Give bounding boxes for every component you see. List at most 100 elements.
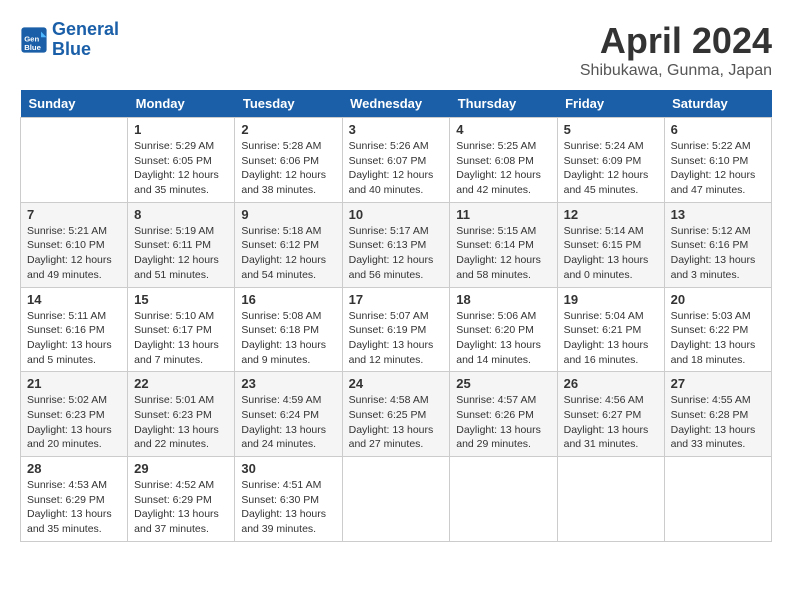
calendar-week-row: 1 Sunrise: 5:29 AM Sunset: 6:05 PM Daylig… bbox=[21, 118, 772, 203]
day-number: 12 bbox=[564, 207, 658, 222]
day-number: 17 bbox=[349, 292, 444, 307]
calendar-cell: 11 Sunrise: 5:15 AM Sunset: 6:14 PM Dayli… bbox=[450, 202, 557, 287]
calendar-day-header: Thursday bbox=[450, 90, 557, 118]
day-number: 16 bbox=[241, 292, 335, 307]
day-info: Sunrise: 5:14 AM Sunset: 6:15 PM Dayligh… bbox=[564, 224, 658, 283]
day-info: Sunrise: 5:28 AM Sunset: 6:06 PM Dayligh… bbox=[241, 139, 335, 198]
day-info: Sunrise: 5:06 AM Sunset: 6:20 PM Dayligh… bbox=[456, 309, 550, 368]
calendar-week-row: 28 Sunrise: 4:53 AM Sunset: 6:29 PM Dayli… bbox=[21, 457, 772, 542]
day-number: 29 bbox=[134, 461, 228, 476]
calendar-cell: 18 Sunrise: 5:06 AM Sunset: 6:20 PM Dayli… bbox=[450, 287, 557, 372]
day-number: 13 bbox=[671, 207, 765, 222]
day-info: Sunrise: 4:57 AM Sunset: 6:26 PM Dayligh… bbox=[456, 393, 550, 452]
day-info: Sunrise: 4:59 AM Sunset: 6:24 PM Dayligh… bbox=[241, 393, 335, 452]
day-number: 10 bbox=[349, 207, 444, 222]
day-info: Sunrise: 5:03 AM Sunset: 6:22 PM Dayligh… bbox=[671, 309, 765, 368]
calendar-cell: 15Sunrise: 5:10 AM Sunset: 6:17 PM Dayli… bbox=[128, 287, 235, 372]
calendar-cell: 6 Sunrise: 5:22 AM Sunset: 6:10 PM Daylig… bbox=[664, 118, 771, 203]
calendar-day-header: Saturday bbox=[664, 90, 771, 118]
day-number: 22 bbox=[134, 376, 228, 391]
logo-text: General Blue bbox=[52, 20, 119, 60]
calendar-cell: 30 Sunrise: 4:51 AM Sunset: 6:30 PM Dayli… bbox=[235, 457, 342, 542]
day-info: Sunrise: 5:02 AM Sunset: 6:23 PM Dayligh… bbox=[27, 393, 121, 452]
calendar-cell: 14 Sunrise: 5:11 AM Sunset: 6:16 PM Dayli… bbox=[21, 287, 128, 372]
day-number: 19 bbox=[564, 292, 658, 307]
calendar-cell: 26 Sunrise: 4:56 AM Sunset: 6:27 PM Dayli… bbox=[557, 372, 664, 457]
day-number: 20 bbox=[671, 292, 765, 307]
day-number: 8 bbox=[134, 207, 228, 222]
day-number: 30 bbox=[241, 461, 335, 476]
logo: Gen Blue General Blue bbox=[20, 20, 119, 60]
day-info: Sunrise: 5:12 AM Sunset: 6:16 PM Dayligh… bbox=[671, 224, 765, 283]
calendar-day-header: Tuesday bbox=[235, 90, 342, 118]
svg-text:Blue: Blue bbox=[24, 43, 41, 52]
day-number: 6 bbox=[671, 122, 765, 137]
day-number: 26 bbox=[564, 376, 658, 391]
day-number: 14 bbox=[27, 292, 121, 307]
calendar-table: SundayMondayTuesdayWednesdayThursdayFrid… bbox=[20, 90, 772, 542]
calendar-cell: 16Sunrise: 5:08 AM Sunset: 6:18 PM Dayli… bbox=[235, 287, 342, 372]
day-number: 1 bbox=[134, 122, 228, 137]
day-info: Sunrise: 5:07 AM Sunset: 6:19 PM Dayligh… bbox=[349, 309, 444, 368]
day-number: 25 bbox=[456, 376, 550, 391]
calendar-cell: 25 Sunrise: 4:57 AM Sunset: 6:26 PM Dayli… bbox=[450, 372, 557, 457]
calendar-cell bbox=[557, 457, 664, 542]
day-info: Sunrise: 5:01 AM Sunset: 6:23 PM Dayligh… bbox=[134, 393, 228, 452]
month-title: April 2024 bbox=[580, 20, 772, 62]
day-info: Sunrise: 4:53 AM Sunset: 6:29 PM Dayligh… bbox=[27, 478, 121, 537]
day-info: Sunrise: 5:18 AM Sunset: 6:12 PM Dayligh… bbox=[241, 224, 335, 283]
day-number: 18 bbox=[456, 292, 550, 307]
calendar-day-header: Sunday bbox=[21, 90, 128, 118]
day-info: Sunrise: 5:21 AM Sunset: 6:10 PM Dayligh… bbox=[27, 224, 121, 283]
calendar-cell: 10 Sunrise: 5:17 AM Sunset: 6:13 PM Dayli… bbox=[342, 202, 450, 287]
calendar-cell: 22 Sunrise: 5:01 AM Sunset: 6:23 PM Dayli… bbox=[128, 372, 235, 457]
day-number: 4 bbox=[456, 122, 550, 137]
calendar-cell bbox=[664, 457, 771, 542]
day-number: 27 bbox=[671, 376, 765, 391]
calendar-cell: 3 Sunrise: 5:26 AM Sunset: 6:07 PM Daylig… bbox=[342, 118, 450, 203]
day-info: Sunrise: 5:25 AM Sunset: 6:08 PM Dayligh… bbox=[456, 139, 550, 198]
day-info: Sunrise: 5:10 AM Sunset: 6:17 PM Dayligh… bbox=[134, 309, 228, 368]
calendar-cell: 12 Sunrise: 5:14 AM Sunset: 6:15 PM Dayli… bbox=[557, 202, 664, 287]
day-number: 3 bbox=[349, 122, 444, 137]
day-info: Sunrise: 5:11 AM Sunset: 6:16 PM Dayligh… bbox=[27, 309, 121, 368]
calendar-cell: 1 Sunrise: 5:29 AM Sunset: 6:05 PM Daylig… bbox=[128, 118, 235, 203]
calendar-cell bbox=[21, 118, 128, 203]
day-info: Sunrise: 4:52 AM Sunset: 6:29 PM Dayligh… bbox=[134, 478, 228, 537]
calendar-day-header: Friday bbox=[557, 90, 664, 118]
calendar-cell: 5Sunrise: 5:24 AM Sunset: 6:09 PM Daylig… bbox=[557, 118, 664, 203]
calendar-cell: 29 Sunrise: 4:52 AM Sunset: 6:29 PM Dayli… bbox=[128, 457, 235, 542]
day-number: 23 bbox=[241, 376, 335, 391]
day-info: Sunrise: 5:04 AM Sunset: 6:21 PM Dayligh… bbox=[564, 309, 658, 368]
calendar-day-header: Monday bbox=[128, 90, 235, 118]
day-number: 28 bbox=[27, 461, 121, 476]
calendar-cell bbox=[342, 457, 450, 542]
day-info: Sunrise: 5:19 AM Sunset: 6:11 PM Dayligh… bbox=[134, 224, 228, 283]
day-number: 5 bbox=[564, 122, 658, 137]
day-info: Sunrise: 4:56 AM Sunset: 6:27 PM Dayligh… bbox=[564, 393, 658, 452]
calendar-cell: 8 Sunrise: 5:19 AM Sunset: 6:11 PM Daylig… bbox=[128, 202, 235, 287]
day-info: Sunrise: 5:17 AM Sunset: 6:13 PM Dayligh… bbox=[349, 224, 444, 283]
logo-icon: Gen Blue bbox=[20, 26, 48, 54]
calendar-header-row: SundayMondayTuesdayWednesdayThursdayFrid… bbox=[21, 90, 772, 118]
day-number: 7 bbox=[27, 207, 121, 222]
day-number: 24 bbox=[349, 376, 444, 391]
calendar-cell: 17 Sunrise: 5:07 AM Sunset: 6:19 PM Dayli… bbox=[342, 287, 450, 372]
day-info: Sunrise: 5:15 AM Sunset: 6:14 PM Dayligh… bbox=[456, 224, 550, 283]
day-info: Sunrise: 4:51 AM Sunset: 6:30 PM Dayligh… bbox=[241, 478, 335, 537]
day-info: Sunrise: 5:22 AM Sunset: 6:10 PM Dayligh… bbox=[671, 139, 765, 198]
calendar-cell: 7 Sunrise: 5:21 AM Sunset: 6:10 PM Daylig… bbox=[21, 202, 128, 287]
calendar-cell: 19 Sunrise: 5:04 AM Sunset: 6:21 PM Dayli… bbox=[557, 287, 664, 372]
calendar-week-row: 7 Sunrise: 5:21 AM Sunset: 6:10 PM Daylig… bbox=[21, 202, 772, 287]
calendar-cell: 28 Sunrise: 4:53 AM Sunset: 6:29 PM Dayli… bbox=[21, 457, 128, 542]
calendar-cell: 21Sunrise: 5:02 AM Sunset: 6:23 PM Dayli… bbox=[21, 372, 128, 457]
day-info: Sunrise: 5:26 AM Sunset: 6:07 PM Dayligh… bbox=[349, 139, 444, 198]
day-info: Sunrise: 5:29 AM Sunset: 6:05 PM Dayligh… bbox=[134, 139, 228, 198]
svg-text:Gen: Gen bbox=[24, 34, 39, 43]
calendar-cell: 23 Sunrise: 4:59 AM Sunset: 6:24 PM Dayli… bbox=[235, 372, 342, 457]
calendar-cell: 13 Sunrise: 5:12 AM Sunset: 6:16 PM Dayli… bbox=[664, 202, 771, 287]
day-number: 11 bbox=[456, 207, 550, 222]
day-number: 9 bbox=[241, 207, 335, 222]
day-info: Sunrise: 4:55 AM Sunset: 6:28 PM Dayligh… bbox=[671, 393, 765, 452]
calendar-cell: 4 Sunrise: 5:25 AM Sunset: 6:08 PM Daylig… bbox=[450, 118, 557, 203]
